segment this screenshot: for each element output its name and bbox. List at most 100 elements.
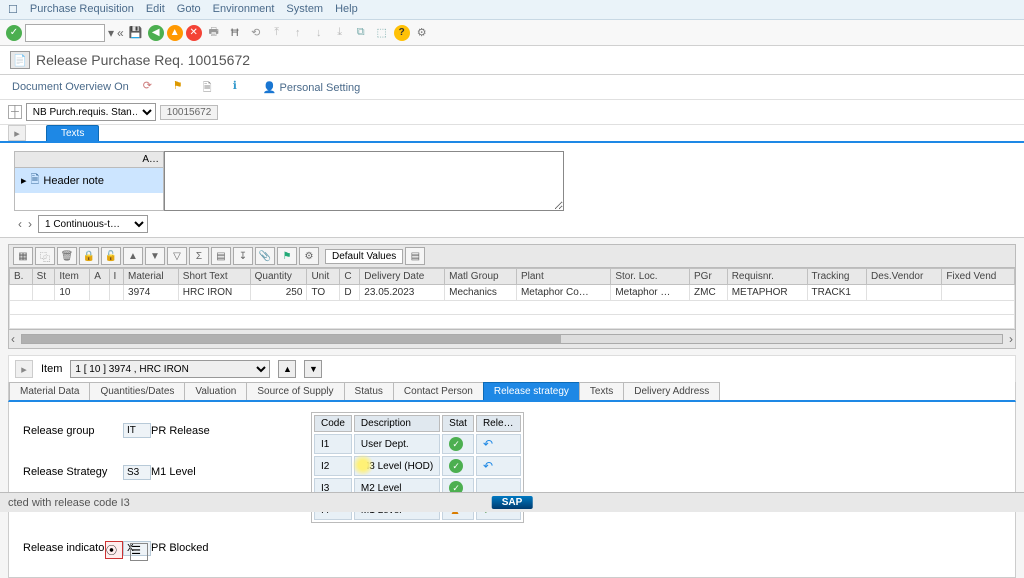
dv-more-icon[interactable]: ▤ <box>405 247 425 265</box>
tab-delivery[interactable]: Delivery Address <box>623 382 720 400</box>
release-strategy-label: Release Strategy <box>23 466 123 478</box>
tab-material-data[interactable]: Material Data <box>9 382 90 400</box>
menu-help[interactable]: Help <box>335 3 358 16</box>
unlock-icon[interactable]: 🔓 <box>101 247 121 265</box>
undo-icon[interactable]: ↶ <box>483 459 493 473</box>
table-row[interactable]: I1User Dept.✓↶ <box>314 434 521 454</box>
save-icon[interactable]: 💾 <box>127 24 145 42</box>
menu-pr[interactable]: Purchase Requisition <box>30 3 134 16</box>
doc-icon[interactable]: 🗎 <box>203 79 219 95</box>
shortcut-icon[interactable]: ⬚ <box>373 24 391 42</box>
item-expand-icon[interactable]: ▸ <box>15 360 33 378</box>
layout-icon[interactable]: ▤ <box>211 247 231 265</box>
print-icon[interactable]: 🖶 <box>205 24 223 42</box>
new-session-icon[interactable]: ⧉ <box>352 24 370 42</box>
info-icon[interactable]: ℹ <box>233 79 249 95</box>
prev-page-icon[interactable]: ↑ <box>289 24 307 42</box>
item-label: Item <box>41 363 62 375</box>
command-field[interactable] <box>25 24 105 42</box>
header-note-row[interactable]: ▸ 🗎 Header note <box>15 168 163 193</box>
release-group-label: Release group <box>23 425 123 437</box>
last-page-icon[interactable]: ⤓ <box>331 24 349 42</box>
detail-icon[interactable]: ▦ <box>13 247 33 265</box>
collapse-icon[interactable]: ▸ <box>8 125 26 141</box>
text-next-icon[interactable]: › <box>28 217 32 231</box>
cursor-highlight <box>352 454 374 476</box>
text-format-select[interactable]: 1 Continuous-t… <box>38 215 148 233</box>
menu-env[interactable]: Environment <box>213 3 275 16</box>
refresh-icon[interactable]: ⟳ <box>143 79 159 95</box>
texts-tab-strip: ▸ Texts <box>0 125 1024 143</box>
main-toolbar: ✓ ▾ « 💾 ◀ ▲ ✕ 🖶 Ħ ⟲ ⤒ ↑ ↓ ⤓ ⧉ ⬚ ? ⚙ <box>0 20 1024 46</box>
enter-icon[interactable]: ✓ <box>6 25 22 41</box>
detail-tabs: Material Data Quantities/Dates Valuation… <box>8 382 1016 402</box>
delete-icon[interactable]: 🗑 <box>57 247 77 265</box>
item-down-icon[interactable]: ▼ <box>304 360 322 378</box>
menu-edit[interactable]: Edit <box>146 3 165 16</box>
release-bottom-icons: ⦿ ☰ <box>91 535 524 567</box>
first-page-icon[interactable]: ⤒ <box>268 24 286 42</box>
grid-toolbar: ▦ ⿻ 🗑 🔒 🔓 ▲ ▼ ▽ Σ ▤ ↧ 📎 ⚑ ⚙ Default Valu… <box>8 244 1016 267</box>
tab-release-strategy[interactable]: Release strategy <box>483 382 580 400</box>
cancel-icon[interactable]: ✕ <box>186 25 202 41</box>
scroll-right-icon[interactable]: › <box>1009 332 1013 346</box>
item-up-icon[interactable]: ▲ <box>278 360 296 378</box>
exit-icon[interactable]: ▲ <box>167 25 183 41</box>
prev-icon[interactable]: « <box>117 26 124 40</box>
tab-status[interactable]: Status <box>344 382 394 400</box>
stop-icon[interactable]: ⦿ <box>105 541 123 559</box>
menu-system[interactable]: System <box>286 3 323 16</box>
tree-header: A… <box>15 152 163 168</box>
menubar: ☐ Purchase Requisition Edit Goto Environ… <box>0 0 1024 20</box>
filter-icon[interactable]: ▽ <box>167 247 187 265</box>
release-group-code: IT <box>123 423 151 438</box>
scroll-left-icon[interactable]: ‹ <box>11 332 15 346</box>
horizontal-scrollbar[interactable] <box>21 334 1003 344</box>
tab-source[interactable]: Source of Supply <box>246 382 344 400</box>
personal-setting-button[interactable]: 👤 Personal Setting <box>263 81 360 94</box>
default-values-button[interactable]: Default Values <box>325 249 403 264</box>
sort-desc-icon[interactable]: ▼ <box>145 247 165 265</box>
table-row[interactable]: I2M3 Level (HOD)✓↶ <box>314 456 521 476</box>
item-select[interactable]: 1 [ 10 ] 3974 , HRC IRON <box>70 360 270 378</box>
flag-icon[interactable]: ⚑ <box>173 79 189 95</box>
find-next-icon[interactable]: ⟲ <box>247 24 265 42</box>
page-title: Release Purchase Req. 10015672 <box>36 52 250 68</box>
copy-icon[interactable]: ⿻ <box>35 247 55 265</box>
export-icon[interactable]: ↧ <box>233 247 253 265</box>
doc-overview-button[interactable]: Document Overview On <box>12 81 129 93</box>
tab-contact[interactable]: Contact Person <box>393 382 484 400</box>
tab-quantities[interactable]: Quantities/Dates <box>89 382 185 400</box>
check-icon: ✓ <box>449 459 463 473</box>
undo-icon[interactable]: ↶ <box>483 437 493 451</box>
hierarchy-icon[interactable]: ┼ <box>8 105 22 119</box>
attach-icon[interactable]: 📎 <box>255 247 275 265</box>
menu-goto[interactable]: Goto <box>177 3 201 16</box>
back-icon[interactable]: ◀ <box>148 25 164 41</box>
help-icon[interactable]: ? <box>394 25 410 41</box>
next-page-icon[interactable]: ↓ <box>310 24 328 42</box>
flag2-icon[interactable]: ⚑ <box>277 247 297 265</box>
text-tree: A… ▸ 🗎 Header note <box>14 151 164 211</box>
find-icon[interactable]: Ħ <box>226 24 244 42</box>
table-row[interactable] <box>10 315 1015 329</box>
table-row[interactable] <box>10 301 1015 315</box>
settings-icon[interactable]: ⚙ <box>299 247 319 265</box>
tab-texts-detail[interactable]: Texts <box>579 382 624 400</box>
text-prev-icon[interactable]: ‹ <box>18 217 22 231</box>
status-text: cted with release code I3 <box>8 497 130 509</box>
dropdown-icon[interactable]: ▾ <box>108 26 114 40</box>
list-icon[interactable]: ☰ <box>130 543 148 561</box>
sort-asc-icon[interactable]: ▲ <box>123 247 143 265</box>
texts-area: A… ▸ 🗎 Header note ‹ › 1 Continuous-t… <box>0 143 1024 238</box>
sum-icon[interactable]: Σ <box>189 247 209 265</box>
menu-icon[interactable]: ☐ <box>8 3 18 16</box>
grid-header-row: B.StItemAIMaterialShort TextQuantityUnit… <box>10 269 1015 285</box>
customize-icon[interactable]: ⚙ <box>413 24 431 42</box>
tab-valuation[interactable]: Valuation <box>184 382 247 400</box>
doc-type-select[interactable]: NB Purch.requis. Stan… <box>26 103 156 121</box>
lock-icon[interactable]: 🔒 <box>79 247 99 265</box>
text-editor[interactable] <box>164 151 564 211</box>
tab-texts[interactable]: Texts <box>46 125 99 141</box>
table-row[interactable]: 103974HRC IRON250TOD23.05.2023MechanicsM… <box>10 285 1015 301</box>
